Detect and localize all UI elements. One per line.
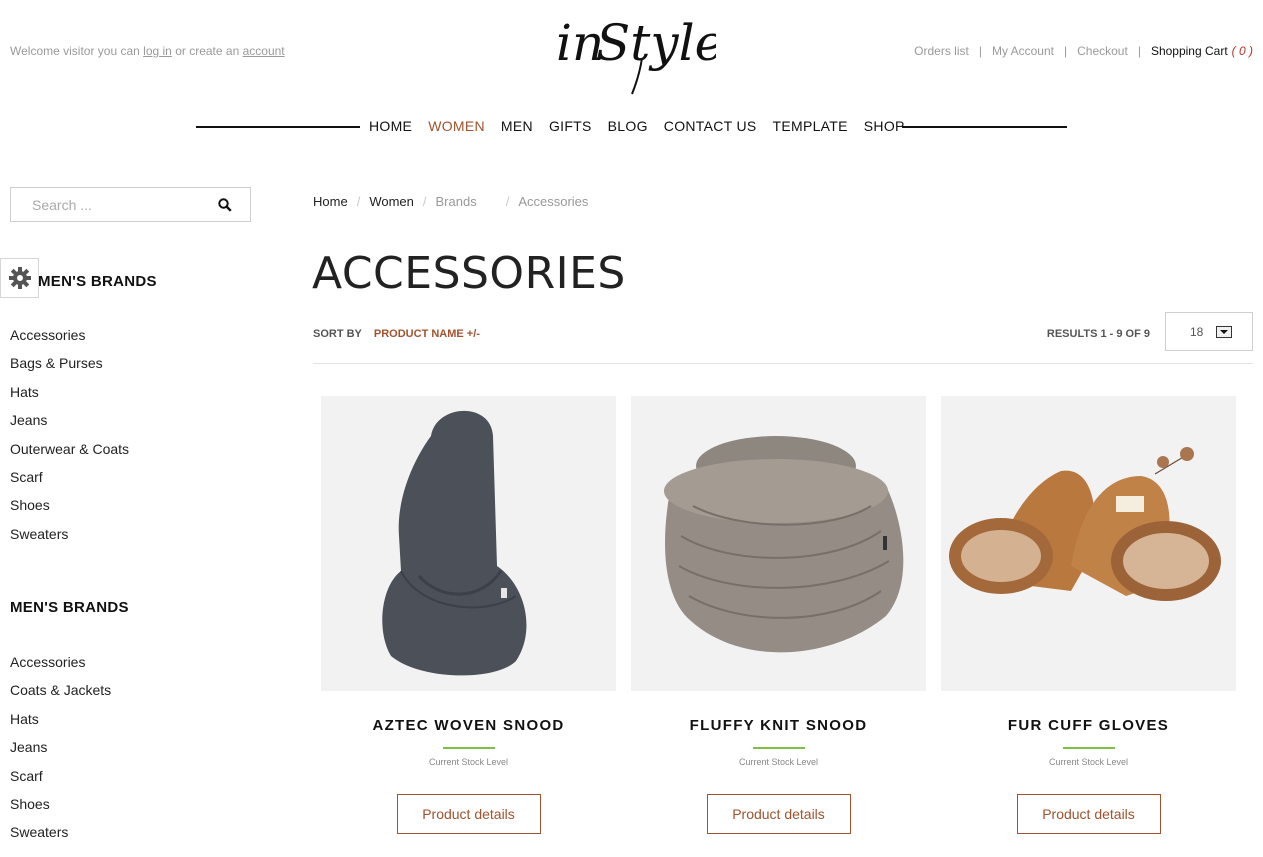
- stock-level-bar: [442, 747, 495, 749]
- gear-icon: [8, 267, 31, 289]
- product-name[interactable]: FUR CUFF GLOVES: [941, 717, 1236, 734]
- checkout-link[interactable]: Checkout: [1077, 44, 1128, 58]
- sidebar-list-brands-1: Accessories Bags & Purses Hats Jeans Out…: [10, 321, 129, 548]
- results-count: RESULTS 1 - 9 OF 9: [1046, 328, 1150, 340]
- stock-level-label: Current Stock Level: [428, 757, 509, 767]
- create-account-link[interactable]: account: [243, 44, 285, 58]
- sidebar-item-hats[interactable]: Hats: [10, 378, 129, 406]
- sidebar-item-scarf[interactable]: Scarf: [10, 762, 111, 790]
- nav-blog[interactable]: BLOG: [600, 117, 656, 135]
- product-details-button[interactable]: Product details: [396, 794, 541, 834]
- breadcrumb: Home / Women / Brands / Accessories: [313, 194, 588, 209]
- sort-by: SORT BY PRODUCT NAME +/-: [313, 328, 480, 340]
- cart-count: ( 0 ): [1231, 44, 1253, 58]
- breadcrumb-separator: /: [356, 194, 361, 209]
- stock-level-label: Current Stock Level: [1048, 757, 1129, 767]
- sort-product-name-link[interactable]: PRODUCT NAME +/-: [374, 328, 480, 340]
- search-icon[interactable]: [218, 198, 232, 212]
- stock-level-bar: [752, 747, 805, 749]
- my-account-link[interactable]: My Account: [992, 44, 1054, 58]
- orders-list-link[interactable]: Orders list: [914, 44, 969, 58]
- dropdown-arrow-icon[interactable]: [1216, 326, 1232, 338]
- breadcrumb-separator: /: [505, 194, 510, 209]
- product-card: FLUFFY KNIT SNOOD Current Stock Level Pr…: [631, 396, 926, 834]
- per-page-select[interactable]: 18: [1165, 312, 1253, 351]
- settings-toggle[interactable]: [0, 258, 39, 298]
- sidebar-heading-brands-1: MEN'S BRANDS: [38, 273, 157, 290]
- toolbar-divider: [313, 363, 1253, 364]
- product-image-snood[interactable]: [321, 396, 616, 691]
- breadcrumb-home[interactable]: Home: [313, 194, 348, 209]
- sidebar-item-accessories[interactable]: Accessories: [10, 321, 129, 349]
- search-box: [10, 187, 251, 222]
- sidebar-item-jeans[interactable]: Jeans: [10, 733, 111, 761]
- sidebar-item-hats[interactable]: Hats: [10, 705, 111, 733]
- sidebar-list-brands-2: Accessories Coats & Jackets Hats Jeans S…: [10, 648, 111, 847]
- product-name[interactable]: FLUFFY KNIT SNOOD: [631, 717, 926, 734]
- nav-template[interactable]: TEMPLATE: [765, 117, 856, 135]
- breadcrumb-brands[interactable]: Brands: [436, 194, 477, 209]
- separator: |: [1063, 44, 1068, 58]
- per-page-value: 18: [1190, 324, 1204, 339]
- separator: |: [978, 44, 982, 58]
- separator: |: [1137, 44, 1141, 58]
- breadcrumb-separator: /: [422, 194, 427, 209]
- sidebar-item-jeans[interactable]: Jeans: [10, 406, 129, 434]
- product-card: FUR CUFF GLOVES Current Stock Level Prod…: [941, 396, 1236, 834]
- page-title: ACCESSORIES: [312, 248, 626, 299]
- svg-text:Style: Style: [596, 14, 716, 72]
- sidebar-item-bags-purses[interactable]: Bags & Purses: [10, 349, 129, 377]
- shopping-cart-link[interactable]: Shopping Cart: [1151, 44, 1228, 58]
- nav-gifts[interactable]: GIFTS: [541, 117, 600, 135]
- nav-divider-right: [902, 126, 1067, 128]
- stock-level-label: Current Stock Level: [738, 757, 819, 767]
- nav-women[interactable]: WOMEN: [420, 117, 493, 135]
- stock-level-bar: [1062, 747, 1115, 749]
- nav-shop[interactable]: SHOP: [856, 117, 913, 135]
- sidebar-heading-brands-2: MEN'S BRANDS: [10, 599, 129, 616]
- sidebar-item-outerwear-coats[interactable]: Outerwear & Coats: [10, 435, 129, 463]
- welcome-middle: or create an: [175, 44, 240, 58]
- account-links: Orders list | My Account | Checkout | Sh…: [914, 44, 1253, 58]
- product-name[interactable]: AZTEC WOVEN SNOOD: [321, 717, 616, 734]
- product-image-fur-gloves[interactable]: [941, 396, 1236, 691]
- sort-label: SORT BY: [313, 328, 362, 340]
- instyle-logo[interactable]: in Style: [556, 0, 724, 96]
- sidebar-item-sweaters[interactable]: Sweaters: [10, 520, 129, 548]
- sidebar-item-accessories[interactable]: Accessories: [10, 648, 111, 676]
- nav-home[interactable]: HOME: [361, 117, 420, 135]
- breadcrumb-women[interactable]: Women: [369, 194, 414, 209]
- product-details-button[interactable]: Product details: [1016, 794, 1161, 834]
- welcome-message: Welcome visitor you can log in or create…: [10, 44, 285, 58]
- sidebar-item-scarf[interactable]: Scarf: [10, 463, 129, 491]
- breadcrumb-current: Accessories: [518, 194, 589, 209]
- nav-contact-us[interactable]: CONTACT US: [656, 117, 765, 135]
- sidebar-item-shoes[interactable]: Shoes: [10, 790, 111, 818]
- search-input[interactable]: [11, 196, 201, 213]
- main-nav: HOME WOMEN MEN GIFTS BLOG CONTACT US TEM…: [361, 117, 913, 135]
- product-card: AZTEC WOVEN SNOOD Current Stock Level Pr…: [321, 396, 616, 834]
- welcome-prefix: Welcome visitor you can: [10, 44, 140, 58]
- sidebar-item-shoes[interactable]: Shoes: [10, 491, 129, 519]
- sidebar-item-sweaters[interactable]: Sweaters: [10, 818, 111, 846]
- nav-men[interactable]: MEN: [493, 117, 541, 135]
- sidebar-item-coats-jackets[interactable]: Coats & Jackets: [10, 676, 111, 704]
- product-image-knit-snood[interactable]: [631, 396, 926, 691]
- nav-divider-left: [196, 126, 360, 128]
- login-link[interactable]: log in: [143, 44, 172, 58]
- product-details-button[interactable]: Product details: [706, 794, 851, 834]
